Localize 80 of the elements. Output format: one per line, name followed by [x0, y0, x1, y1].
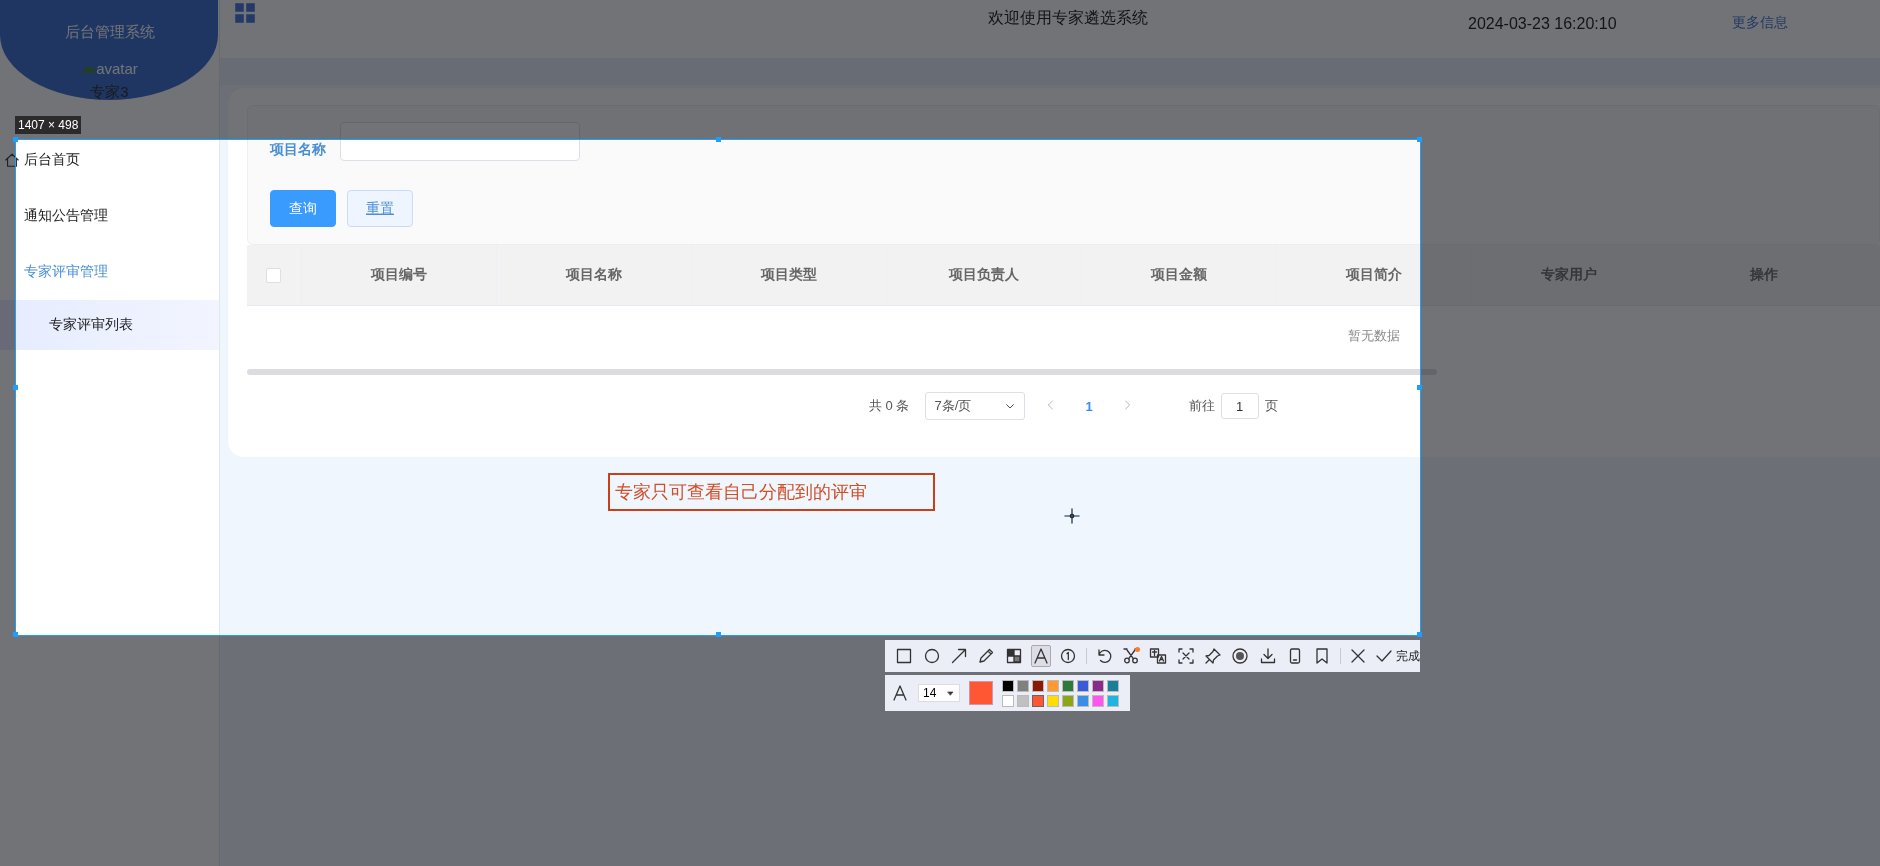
- number-icon: [1059, 647, 1078, 665]
- empty-message: 暂无数据: [1347, 328, 1400, 343]
- column-header: 项目简介: [1345, 266, 1402, 282]
- resize-handle[interactable]: [716, 137, 721, 142]
- resize-handle[interactable]: [13, 632, 18, 637]
- column-header: 操作: [1749, 266, 1778, 282]
- text-tool-icon: [1031, 647, 1050, 665]
- notification-dot: [1135, 647, 1141, 652]
- mosaic-icon: [1004, 647, 1023, 665]
- resize-handle[interactable]: [1417, 632, 1422, 637]
- font-icon: [891, 684, 909, 702]
- column-header: 项目编号: [370, 266, 427, 282]
- column-header: 专家用户: [1540, 266, 1597, 282]
- resize-handle[interactable]: [13, 385, 18, 390]
- color-swatch[interactable]: [1062, 679, 1074, 692]
- menu-item[interactable]: 专家评审列表: [0, 300, 219, 350]
- color-swatch[interactable]: [1092, 694, 1104, 707]
- current-color-swatch[interactable]: [969, 681, 993, 705]
- download-icon: [1258, 647, 1277, 665]
- page-input[interactable]: 1: [1220, 393, 1259, 419]
- color-swatch[interactable]: [1032, 679, 1044, 692]
- scan-icon: [1176, 647, 1195, 665]
- done-button[interactable]: 完成: [1374, 647, 1420, 665]
- color-swatch[interactable]: [1047, 679, 1059, 692]
- color-swatch[interactable]: [1107, 694, 1119, 707]
- grid-menu-icon: [234, 2, 256, 24]
- goto-label: 前往: [1188, 397, 1215, 415]
- color-swatch[interactable]: [1017, 679, 1029, 692]
- checkbox[interactable]: [266, 268, 282, 284]
- datetime: 2024-03-23 16:20:10: [1468, 15, 1617, 33]
- menu-item[interactable]: 后台首页: [0, 132, 219, 188]
- text-tool-tool[interactable]: [1030, 645, 1052, 667]
- scissors-icon: [1121, 647, 1140, 665]
- color-swatch[interactable]: [1062, 694, 1074, 707]
- field-label: 项目名称: [270, 141, 326, 159]
- column-header: 项目负责人: [948, 266, 1019, 282]
- input-field[interactable]: [340, 122, 580, 161]
- menu-item[interactable]: 通知公告管理: [0, 188, 219, 244]
- color-swatch[interactable]: [1002, 694, 1014, 707]
- font-size-select[interactable]: 14: [918, 684, 960, 702]
- pin-icon: [1204, 647, 1223, 665]
- username: 专家3: [90, 83, 129, 102]
- color-swatch[interactable]: [1047, 694, 1059, 707]
- selection-size-label: 1407 × 498: [15, 116, 82, 134]
- record-tool[interactable]: [1230, 645, 1251, 667]
- color-swatch[interactable]: [1077, 679, 1089, 692]
- arrow-icon: [949, 647, 968, 665]
- scan-tool[interactable]: [1175, 645, 1196, 667]
- color-swatch[interactable]: [1077, 694, 1089, 707]
- translate-icon: [1149, 647, 1168, 665]
- header-title: 欢迎使用专家遴选系统: [987, 7, 1149, 28]
- scrollbar[interactable]: [247, 369, 1437, 375]
- page-size-select[interactable]: 7条/页: [925, 392, 1026, 420]
- avatar-broken-image: avatar: [81, 60, 138, 77]
- column-header: 项目金额: [1150, 266, 1207, 282]
- color-swatch[interactable]: [1107, 679, 1119, 692]
- color-swatch[interactable]: [1017, 694, 1029, 707]
- circle-icon: [922, 647, 941, 665]
- column-header: 项目类型: [760, 266, 817, 282]
- resize-handle[interactable]: [1417, 385, 1422, 390]
- color-swatch[interactable]: [1092, 679, 1104, 692]
- resize-handle[interactable]: [1417, 137, 1422, 142]
- resize-handle[interactable]: [13, 137, 18, 142]
- color-swatch[interactable]: [1002, 679, 1014, 692]
- menu-item[interactable]: 专家评审管理: [0, 244, 219, 300]
- total-count: 共 0 条: [869, 397, 910, 415]
- rectangle-icon: [895, 647, 914, 665]
- resize-handle[interactable]: [716, 632, 721, 637]
- translate-tool[interactable]: [1148, 645, 1169, 667]
- pencil-icon: [977, 647, 996, 665]
- page-suffix: 页: [1264, 397, 1278, 415]
- home-icon: [4, 152, 20, 168]
- text-annotation[interactable]: 专家只可查看自己分配到的评审: [608, 473, 935, 511]
- record-icon: [1231, 647, 1250, 665]
- crosshair-icon: [1064, 508, 1080, 524]
- column-header: 项目名称: [565, 266, 622, 282]
- color-swatch[interactable]: [1032, 694, 1044, 707]
- broken-image-icon: [81, 64, 96, 73]
- dropdown-triangle-icon: [946, 688, 955, 698]
- app-title: 后台管理系统: [64, 23, 155, 42]
